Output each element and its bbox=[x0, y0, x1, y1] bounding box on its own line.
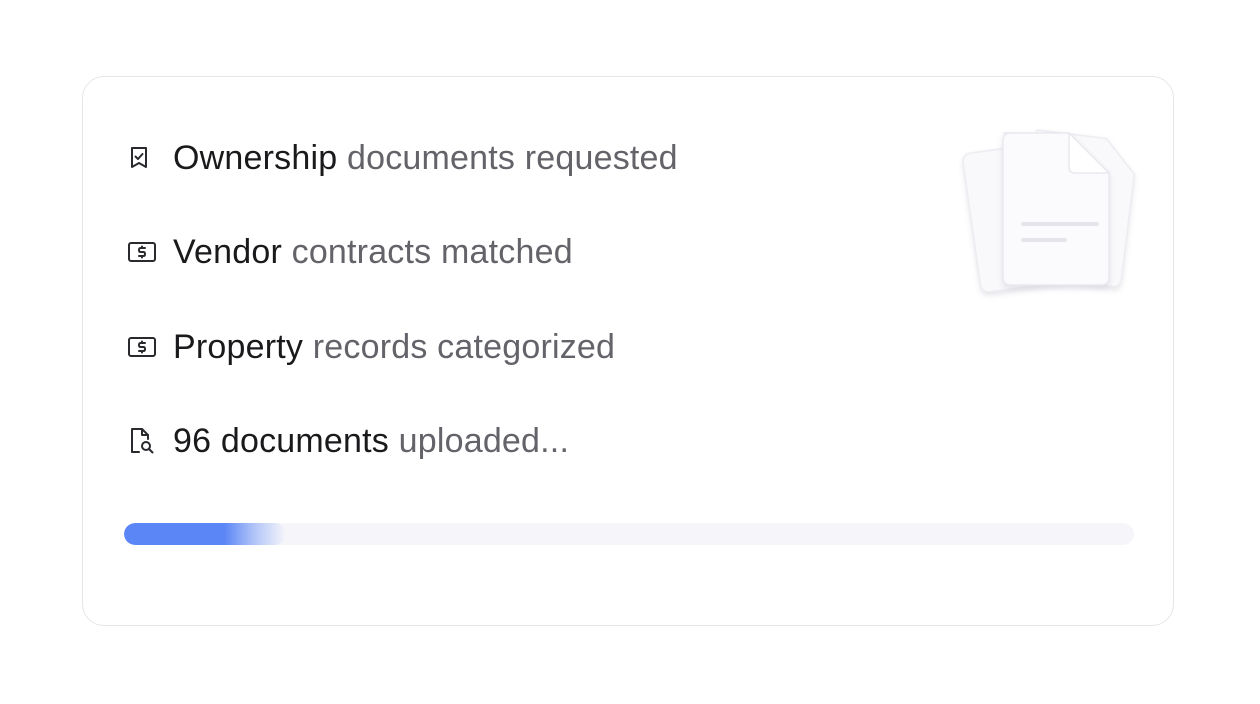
stacked-documents-icon bbox=[959, 125, 1149, 305]
receipt-check-icon bbox=[127, 142, 159, 174]
status-item-label: 96 documents uploaded... bbox=[173, 421, 570, 460]
status-item-label: Property records categorized bbox=[173, 327, 616, 366]
upload-progress-fill bbox=[124, 523, 286, 545]
money-bill-icon bbox=[127, 331, 159, 363]
money-bill-icon bbox=[127, 236, 159, 268]
status-item-label: Ownership documents requested bbox=[173, 138, 678, 177]
status-item-vendor: Vendor contracts matched bbox=[127, 230, 573, 274]
file-search-icon bbox=[127, 425, 159, 457]
status-item-label: Vendor contracts matched bbox=[173, 232, 573, 271]
status-item-ownership: Ownership documents requested bbox=[127, 136, 678, 180]
upload-status-card: Ownership documents requested Vendor con… bbox=[82, 76, 1174, 626]
status-item-property: Property records categorized bbox=[127, 325, 615, 369]
upload-progress-bar bbox=[124, 523, 1134, 545]
status-item-uploaded: 96 documents uploaded... bbox=[127, 419, 569, 463]
